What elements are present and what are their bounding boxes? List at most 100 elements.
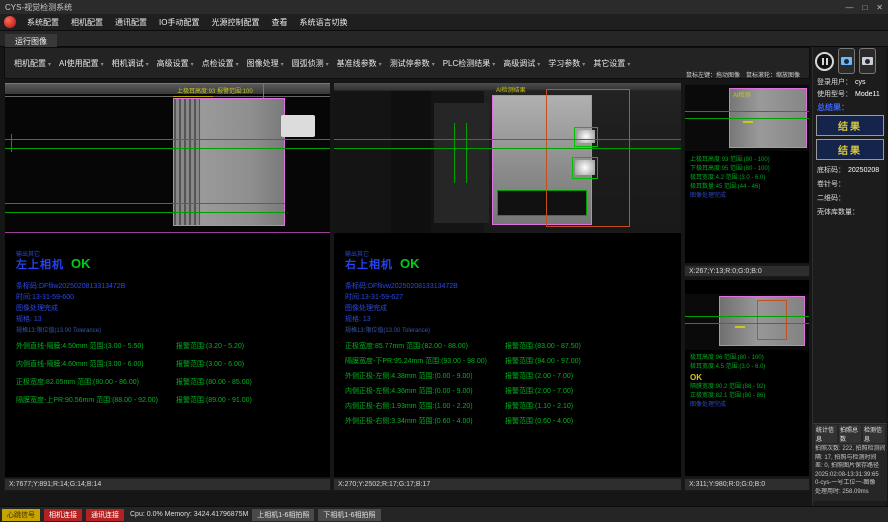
status-bar-mid-view: X:270;Y:2502;R:17;G:17;B:17 [333,478,682,491]
toolbar-learn-params[interactable]: 学习参数 [543,55,588,72]
result-ok-badge: OK [400,256,420,271]
pixel-coords-preview2: X:311;Y:980;R:0;G:0;B:0 [689,481,765,488]
toolbar-baseline-params[interactable]: 基准线参数 [332,55,385,72]
measure-tick-green [454,123,455,183]
measurement-alarm: 报警范围:(0.60 - 4.00) [505,416,677,426]
stats-panel: 统计信息 拍照总数 检测信息 拍照次数: 222, 拍照检测间 隔: 17, 拍… [813,423,887,501]
stats-header[interactable]: 检测信息 [863,425,885,443]
stats-line: 2025:02:08-13:31:39:65 [815,471,885,480]
top-camera-snapshot-chip[interactable]: 上相机1-6相拍照 [252,509,314,521]
glint-spot [575,160,595,175]
camera-snapshot-button-1[interactable] [838,48,855,74]
toolbar-plc-result[interactable]: PLC检测结果 [438,55,499,72]
measure-tick-green [466,123,467,183]
camera-result-title: 左上相机 [16,256,64,272]
toolbar-arc-detect[interactable]: 圆弧侦测 [287,55,332,72]
part-stripes [174,99,200,225]
measure-line-green [5,203,285,204]
toolbar-ai-config[interactable]: AI使用配置 [54,55,107,72]
glint-spot [577,130,595,143]
measurement-text: 正极宽度:85.77mm 范围:(82.00 - 88.00) [345,341,505,351]
preview-panel-1: AI检测 上极耳高度:93 范围:(80 - 100) 下极耳高度:95 范围:… [684,84,810,264]
sidebar-buttons [815,48,876,74]
pause-icon [826,58,828,65]
toolbar-test-params[interactable]: 测试停参数 [385,55,438,72]
roi-rect-orange [757,300,787,340]
measurement-row: 外侧直线-隔膜:4.50mm 范围:(3.00 - 5.50) 报警范围:(3.… [16,341,326,351]
stats-line: 拍照次数: 222, 拍照检测间 [815,445,885,454]
measurement-row: 内侧正极-左侧:4.36mm 范围:(0.00 - 9.00) 报警范围:(2.… [345,386,677,396]
measure-tick-green [11,134,12,152]
toolbar-camera-debug[interactable]: 相机调试 [107,55,152,72]
machine-band [5,84,330,94]
model-value[interactable]: Mode11 [855,91,880,98]
camera-image-preview2[interactable] [685,294,809,350]
measurement-text: 内侧正极-左侧:4.36mm 范围:(0.00 - 9.00) [345,386,505,396]
result-box-2: 结果 [816,139,884,160]
stats-header[interactable]: 拍照总数 [839,425,861,443]
measurement-row: 外侧正极-左侧:4.38mm 范围:(0.00 - 9.00) 报警范围:(2.… [345,371,677,381]
measurement-text: 外侧直线-隔膜:4.50mm 范围:(3.00 - 5.50) [16,341,176,351]
pixel-coords-mid: X:270;Y:2502;R:17;G:17;B:17 [338,481,430,488]
measurement-alarm: 报警范围:(3.00 - 6.00) [176,359,326,369]
menu-language-switch[interactable]: 系统语言切换 [293,15,353,30]
stats-line: 隔: 17, 拍照与检测时间 [815,454,885,463]
teal-marker-line [263,84,264,98]
spec-detail-text: 规格13:限位值(13.00 Tolerance) [16,325,101,334]
camera-image-preview1[interactable]: AI检测 [685,85,809,151]
camera-snapshot-button-2[interactable] [859,48,876,74]
camera-image-left[interactable]: 上极耳高度:93 报警范围:100 [5,83,330,233]
measurement-text: 隔膜宽度-下PR:95.24mm 范围:(93.00 - 98.00) [345,356,505,366]
pause-icon [822,58,824,65]
spec-detail-text: 规格13:限位值(13.00 Tolerance) [345,325,430,334]
bottom-camera-snapshot-chip[interactable]: 下相机1-6相拍照 [318,509,380,521]
toolbar-advanced-debug[interactable]: 高级调试 [498,55,543,72]
yellow-marker [735,326,745,328]
toolbar-image-process[interactable]: 图像处理 [242,55,287,72]
login-user-value: cys [855,79,866,86]
preview-ok-badge: OK [685,372,809,383]
camera-icon [841,57,852,65]
preview-measure-line: 下极耳高度:95 范围:(80 - 100) [685,165,809,174]
measure-line-green [5,139,330,140]
result-title-row: 左上相机 OK [16,256,91,272]
measure-line-green [685,111,809,112]
measurement-alarm: 报警范围:(1.10 - 2.10) [505,401,677,411]
preview-measure-line: 正极宽度:82.1 范围:(80 - 86) [685,392,809,401]
measurement-text: 外侧正极-右侧:3.34mm 范围:(0.60 - 4.00) [345,416,505,426]
measurement-row: 内侧正极-右侧:1.93mm 范围:(1.00 - 2.20) 报警范围:(1.… [345,401,677,411]
measurement-alarm: 报警范围:(2.00 - 7.00) [505,386,677,396]
mouse-left-hint: 鼠标左键：拖动图像 [686,70,740,79]
toolbar-spot-check[interactable]: 点检设置 [197,55,242,72]
menu-light-control[interactable]: 光源控制配置 [205,15,265,30]
toolbar-camera-config[interactable]: 相机配置 [9,55,54,72]
preview-measure-line: 极耳宽度:4.2 范围:(3.0 - 6.0) [685,174,809,183]
menu-comm-config[interactable]: 通讯配置 [109,15,153,30]
pause-button[interactable] [815,52,834,71]
cpu-memory-text: Cpu: 0.0% Memory: 3424.41796875M [130,511,248,518]
window-title: CYS-视觉检测系统 [5,2,72,13]
toolbar-advanced-settings[interactable]: 高级设置 [152,55,197,72]
stats-header[interactable]: 统计信息 [815,425,837,443]
measurement-text: 内侧正极-右侧:1.93mm 范围:(1.00 - 2.20) [345,401,505,411]
measurement-text: 隔膜宽度-上PR:90.56mm 范围:(88.00 - 92.00) [16,395,176,405]
stats-line: 处理用时: 258.09ms [815,488,885,497]
menu-system-config[interactable]: 系统配置 [21,15,65,30]
menubar: 系统配置 相机配置 通讯配置 IO手动配置 光源控制配置 查看 系统语言切换 [0,14,888,31]
window-controls: — □ ✕ [845,3,883,12]
toolbar-other-settings[interactable]: 其它设置 [588,55,633,72]
minimize-button[interactable]: — [845,3,853,12]
preview-process-line: 图像处理完成 [685,401,809,410]
process-status-text: 图像处理完成 [345,303,387,313]
preview-measure-line: 极耳高度:96 范围:(80 - 100) [685,354,809,363]
yellow-marker [743,121,753,123]
menu-view[interactable]: 查看 [265,15,293,30]
sidebar: 登录用户：cys 使用型号：Mode11 总结果： 结果 结果 底标码：2025… [812,47,886,506]
measure-line-green [5,212,285,213]
camera-image-mid[interactable]: AI检测结果 [334,83,681,233]
stats-line: 0-cys-一号工位一-图像 [815,479,885,488]
close-button[interactable]: ✕ [876,3,883,12]
menu-io-manual[interactable]: IO手动配置 [153,15,205,30]
menu-camera-config[interactable]: 相机配置 [65,15,109,30]
maximize-button[interactable]: □ [862,3,867,12]
